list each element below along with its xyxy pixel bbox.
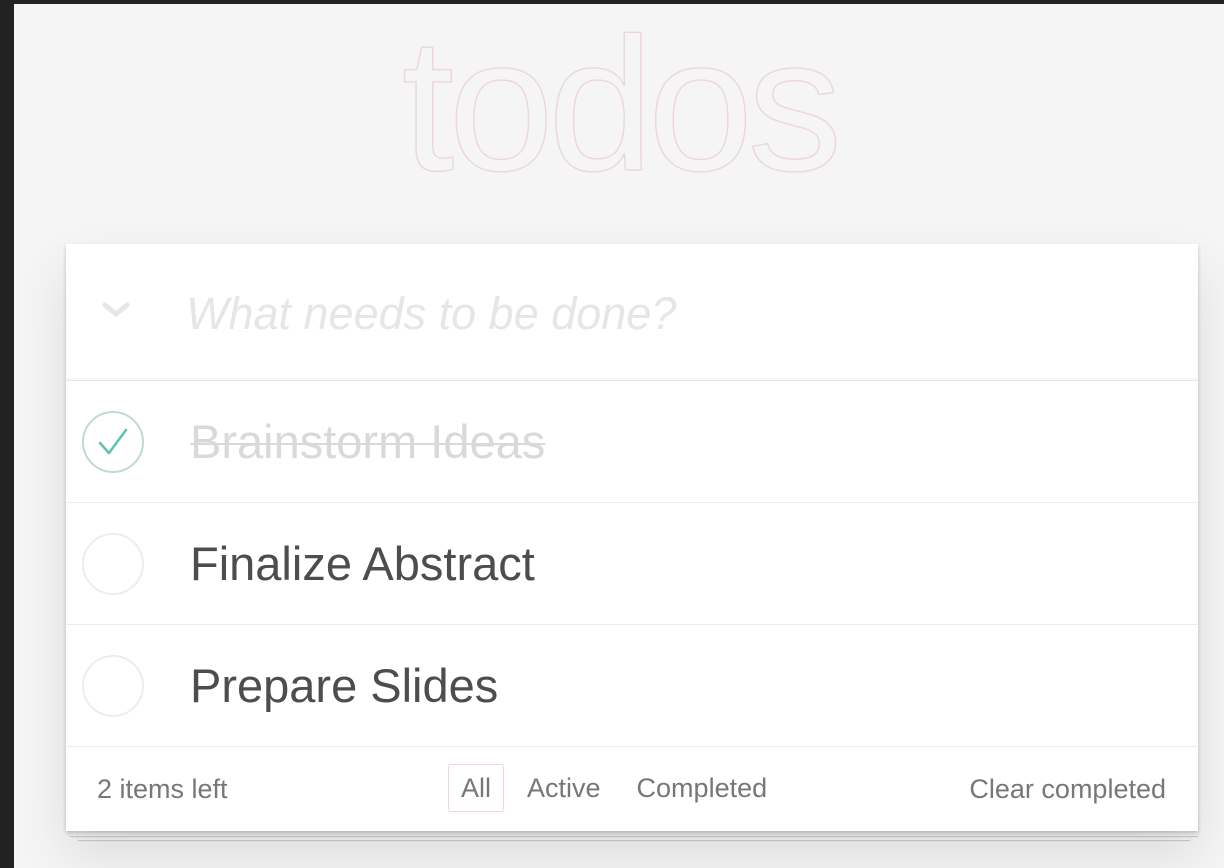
app-viewport: todos Brainstorm Ideas — [14, 4, 1224, 868]
filter-active[interactable]: Active — [514, 764, 614, 812]
items-left-count: 2 items left — [97, 774, 228, 804]
unchecked-circle-icon[interactable] — [81, 654, 145, 718]
chevron-down-icon[interactable] — [98, 292, 134, 328]
clear-completed-button[interactable]: Clear completed — [969, 772, 1166, 806]
new-todo-input[interactable] — [186, 274, 1166, 354]
todo-label[interactable]: Finalize Abstract — [190, 531, 535, 597]
new-todo-row — [66, 244, 1198, 381]
todo-app-card: Brainstorm Ideas Finalize Abstract Prepa… — [66, 244, 1198, 831]
filter-list: All Active Completed — [448, 764, 780, 812]
todo-item: Brainstorm Ideas — [66, 381, 1198, 503]
filter-completed[interactable]: Completed — [624, 764, 781, 812]
todo-label[interactable]: Brainstorm Ideas — [190, 409, 545, 475]
todo-label[interactable]: Prepare Slides — [190, 653, 498, 719]
filter-all[interactable]: All — [448, 764, 505, 812]
checked-circle-icon[interactable] — [81, 410, 145, 474]
todo-item: Finalize Abstract — [66, 503, 1198, 625]
todo-footer: 2 items left All Active Completed Clear … — [66, 747, 1198, 831]
unchecked-circle-icon[interactable] — [81, 532, 145, 596]
todo-list: Brainstorm Ideas Finalize Abstract Prepa… — [66, 381, 1198, 747]
todo-item: Prepare Slides — [66, 625, 1198, 747]
app-title: todos — [401, 4, 843, 211]
